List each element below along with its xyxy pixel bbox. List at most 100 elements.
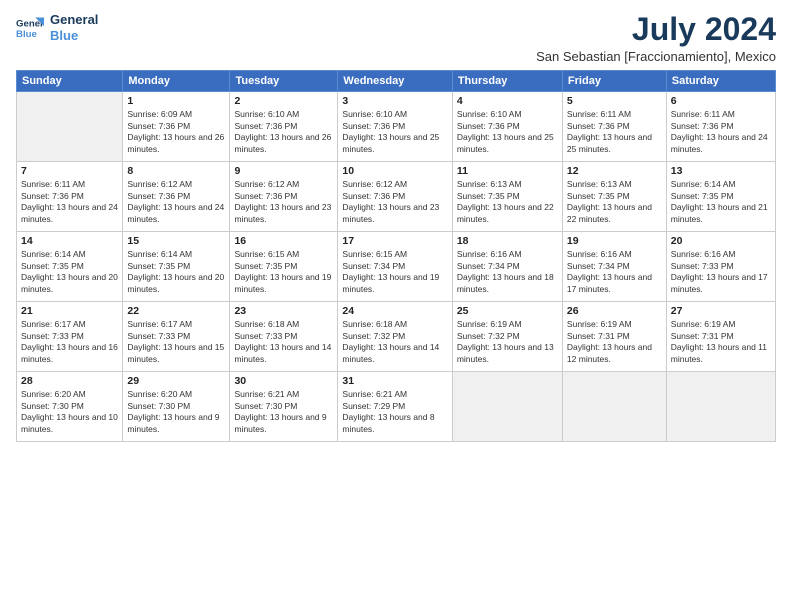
day-number: 22 <box>127 305 225 317</box>
col-friday: Friday <box>562 71 666 92</box>
logo: General Blue GeneralBlue <box>16 12 98 43</box>
calendar-cell <box>17 92 123 162</box>
logo-text: GeneralBlue <box>50 12 98 43</box>
calendar-cell: 16 Sunrise: 6:15 AMSunset: 7:35 PMDaylig… <box>230 232 338 302</box>
calendar-cell: 17 Sunrise: 6:15 AMSunset: 7:34 PMDaylig… <box>338 232 452 302</box>
calendar-cell: 9 Sunrise: 6:12 AMSunset: 7:36 PMDayligh… <box>230 162 338 232</box>
day-number: 6 <box>671 95 771 107</box>
calendar-cell: 27 Sunrise: 6:19 AMSunset: 7:31 PMDaylig… <box>666 302 775 372</box>
calendar-cell: 6 Sunrise: 6:11 AMSunset: 7:36 PMDayligh… <box>666 92 775 162</box>
day-info: Sunrise: 6:19 AMSunset: 7:31 PMDaylight:… <box>671 319 771 365</box>
day-number: 5 <box>567 95 662 107</box>
day-info: Sunrise: 6:15 AMSunset: 7:35 PMDaylight:… <box>234 249 333 295</box>
main-title: July 2024 <box>536 12 776 47</box>
day-info: Sunrise: 6:12 AMSunset: 7:36 PMDaylight:… <box>234 179 333 225</box>
day-info: Sunrise: 6:15 AMSunset: 7:34 PMDaylight:… <box>342 249 447 295</box>
page: General Blue GeneralBlue July 2024 San S… <box>0 0 792 612</box>
day-number: 30 <box>234 375 333 387</box>
day-number: 15 <box>127 235 225 247</box>
calendar-week-2: 14 Sunrise: 6:14 AMSunset: 7:35 PMDaylig… <box>17 232 776 302</box>
day-info: Sunrise: 6:11 AMSunset: 7:36 PMDaylight:… <box>671 109 771 155</box>
day-info: Sunrise: 6:16 AMSunset: 7:34 PMDaylight:… <box>567 249 662 295</box>
calendar-cell: 15 Sunrise: 6:14 AMSunset: 7:35 PMDaylig… <box>123 232 230 302</box>
calendar-header: Sunday Monday Tuesday Wednesday Thursday… <box>17 71 776 92</box>
day-number: 20 <box>671 235 771 247</box>
day-number: 9 <box>234 165 333 177</box>
day-info: Sunrise: 6:10 AMSunset: 7:36 PMDaylight:… <box>342 109 447 155</box>
day-number: 28 <box>21 375 118 387</box>
day-info: Sunrise: 6:14 AMSunset: 7:35 PMDaylight:… <box>127 249 225 295</box>
col-sunday: Sunday <box>17 71 123 92</box>
calendar-week-4: 28 Sunrise: 6:20 AMSunset: 7:30 PMDaylig… <box>17 372 776 442</box>
day-number: 24 <box>342 305 447 317</box>
calendar-cell: 8 Sunrise: 6:12 AMSunset: 7:36 PMDayligh… <box>123 162 230 232</box>
day-number: 14 <box>21 235 118 247</box>
day-number: 17 <box>342 235 447 247</box>
col-saturday: Saturday <box>666 71 775 92</box>
day-info: Sunrise: 6:19 AMSunset: 7:31 PMDaylight:… <box>567 319 662 365</box>
day-number: 1 <box>127 95 225 107</box>
day-number: 3 <box>342 95 447 107</box>
day-number: 13 <box>671 165 771 177</box>
day-number: 27 <box>671 305 771 317</box>
day-info: Sunrise: 6:17 AMSunset: 7:33 PMDaylight:… <box>21 319 118 365</box>
day-number: 16 <box>234 235 333 247</box>
calendar-cell: 19 Sunrise: 6:16 AMSunset: 7:34 PMDaylig… <box>562 232 666 302</box>
calendar-cell: 23 Sunrise: 6:18 AMSunset: 7:33 PMDaylig… <box>230 302 338 372</box>
calendar-cell: 12 Sunrise: 6:13 AMSunset: 7:35 PMDaylig… <box>562 162 666 232</box>
day-info: Sunrise: 6:14 AMSunset: 7:35 PMDaylight:… <box>21 249 118 295</box>
calendar-week-3: 21 Sunrise: 6:17 AMSunset: 7:33 PMDaylig… <box>17 302 776 372</box>
day-number: 7 <box>21 165 118 177</box>
calendar-cell: 10 Sunrise: 6:12 AMSunset: 7:36 PMDaylig… <box>338 162 452 232</box>
day-info: Sunrise: 6:21 AMSunset: 7:29 PMDaylight:… <box>342 389 447 435</box>
day-number: 31 <box>342 375 447 387</box>
calendar-cell: 14 Sunrise: 6:14 AMSunset: 7:35 PMDaylig… <box>17 232 123 302</box>
calendar-cell: 7 Sunrise: 6:11 AMSunset: 7:36 PMDayligh… <box>17 162 123 232</box>
calendar-cell: 1 Sunrise: 6:09 AMSunset: 7:36 PMDayligh… <box>123 92 230 162</box>
day-number: 11 <box>457 165 558 177</box>
day-info: Sunrise: 6:20 AMSunset: 7:30 PMDaylight:… <box>21 389 118 435</box>
day-info: Sunrise: 6:18 AMSunset: 7:32 PMDaylight:… <box>342 319 447 365</box>
day-info: Sunrise: 6:21 AMSunset: 7:30 PMDaylight:… <box>234 389 333 435</box>
day-info: Sunrise: 6:09 AMSunset: 7:36 PMDaylight:… <box>127 109 225 155</box>
day-info: Sunrise: 6:19 AMSunset: 7:32 PMDaylight:… <box>457 319 558 365</box>
header-row: Sunday Monday Tuesday Wednesday Thursday… <box>17 71 776 92</box>
calendar-cell: 18 Sunrise: 6:16 AMSunset: 7:34 PMDaylig… <box>452 232 562 302</box>
calendar-cell <box>562 372 666 442</box>
calendar-cell: 20 Sunrise: 6:16 AMSunset: 7:33 PMDaylig… <box>666 232 775 302</box>
title-area: July 2024 San Sebastian [Fraccionamiento… <box>536 12 776 64</box>
day-number: 26 <box>567 305 662 317</box>
day-info: Sunrise: 6:11 AMSunset: 7:36 PMDaylight:… <box>21 179 118 225</box>
calendar-cell: 21 Sunrise: 6:17 AMSunset: 7:33 PMDaylig… <box>17 302 123 372</box>
day-number: 19 <box>567 235 662 247</box>
calendar-cell: 31 Sunrise: 6:21 AMSunset: 7:29 PMDaylig… <box>338 372 452 442</box>
day-number: 8 <box>127 165 225 177</box>
calendar-cell: 5 Sunrise: 6:11 AMSunset: 7:36 PMDayligh… <box>562 92 666 162</box>
day-info: Sunrise: 6:16 AMSunset: 7:34 PMDaylight:… <box>457 249 558 295</box>
day-number: 18 <box>457 235 558 247</box>
day-info: Sunrise: 6:18 AMSunset: 7:33 PMDaylight:… <box>234 319 333 365</box>
calendar-week-0: 1 Sunrise: 6:09 AMSunset: 7:36 PMDayligh… <box>17 92 776 162</box>
calendar-table: Sunday Monday Tuesday Wednesday Thursday… <box>16 70 776 442</box>
day-info: Sunrise: 6:20 AMSunset: 7:30 PMDaylight:… <box>127 389 225 435</box>
day-info: Sunrise: 6:16 AMSunset: 7:33 PMDaylight:… <box>671 249 771 295</box>
calendar-body: 1 Sunrise: 6:09 AMSunset: 7:36 PMDayligh… <box>17 92 776 442</box>
subtitle: San Sebastian [Fraccionamiento], Mexico <box>536 49 776 64</box>
day-info: Sunrise: 6:13 AMSunset: 7:35 PMDaylight:… <box>567 179 662 225</box>
col-monday: Monday <box>123 71 230 92</box>
calendar-week-1: 7 Sunrise: 6:11 AMSunset: 7:36 PMDayligh… <box>17 162 776 232</box>
day-number: 21 <box>21 305 118 317</box>
calendar-cell: 28 Sunrise: 6:20 AMSunset: 7:30 PMDaylig… <box>17 372 123 442</box>
day-info: Sunrise: 6:13 AMSunset: 7:35 PMDaylight:… <box>457 179 558 225</box>
day-number: 10 <box>342 165 447 177</box>
svg-text:Blue: Blue <box>16 28 37 39</box>
day-info: Sunrise: 6:12 AMSunset: 7:36 PMDaylight:… <box>127 179 225 225</box>
day-number: 12 <box>567 165 662 177</box>
logo-icon: General Blue <box>16 14 44 42</box>
calendar-cell <box>666 372 775 442</box>
calendar-cell: 2 Sunrise: 6:10 AMSunset: 7:36 PMDayligh… <box>230 92 338 162</box>
col-thursday: Thursday <box>452 71 562 92</box>
calendar-cell: 24 Sunrise: 6:18 AMSunset: 7:32 PMDaylig… <box>338 302 452 372</box>
day-number: 4 <box>457 95 558 107</box>
calendar-cell: 11 Sunrise: 6:13 AMSunset: 7:35 PMDaylig… <box>452 162 562 232</box>
